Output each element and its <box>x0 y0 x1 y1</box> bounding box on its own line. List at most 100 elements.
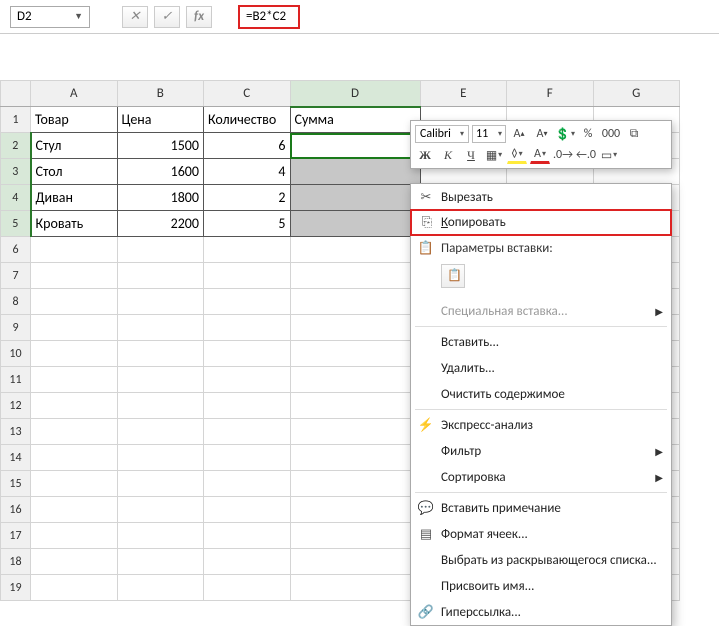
cell[interactable]: Стул <box>31 133 118 159</box>
cell[interactable]: 1600 <box>117 159 204 185</box>
col-header-a[interactable]: A <box>31 81 118 107</box>
menu-delete[interactable]: Удалить... <box>411 355 671 381</box>
cell[interactable]: 1800 <box>117 185 204 211</box>
menu-separator <box>415 409 667 410</box>
clipboard-icon: 📋 <box>417 239 435 257</box>
increase-font-icon[interactable]: A▴ <box>509 125 529 143</box>
font-color-button[interactable]: A▾ <box>530 146 550 164</box>
cell-selected-active[interactable] <box>290 133 420 159</box>
menu-sort[interactable]: Сортировка ▶ <box>411 464 671 490</box>
menu-cut[interactable]: ✂ Вырезать <box>411 184 671 210</box>
font-size-select[interactable]: 11▾ <box>472 125 506 143</box>
cell[interactable]: Количество <box>204 107 291 133</box>
select-all-corner[interactable] <box>1 81 31 107</box>
menu-separator <box>415 326 667 327</box>
context-menu: ✂ Вырезать ⎘ Копировать 📋 Параметры вста… <box>410 183 672 626</box>
cell-selected[interactable] <box>290 185 420 211</box>
increase-decimal-icon[interactable]: .0→ <box>553 146 573 164</box>
row-header[interactable]: 6 <box>1 237 31 263</box>
percent-format-icon[interactable]: % <box>578 125 598 143</box>
fill-color-button[interactable]: ◊▾ <box>507 146 527 164</box>
menu-filter[interactable]: Фильтр ▶ <box>411 438 671 464</box>
accept-formula-button[interactable]: ✓ <box>154 6 180 28</box>
chevron-down-icon: ▾ <box>460 129 464 139</box>
row-header[interactable]: 11 <box>1 367 31 393</box>
quick-analysis-icon: ⚡ <box>417 416 435 434</box>
menu-define-name[interactable]: Присвоить имя... <box>411 573 671 599</box>
row-header[interactable]: 18 <box>1 549 31 575</box>
copy-icon: ⎘ <box>418 214 436 232</box>
row-header[interactable]: 10 <box>1 341 31 367</box>
col-header-e[interactable]: E <box>420 81 507 107</box>
cell[interactable]: 6 <box>204 133 291 159</box>
decrease-font-icon[interactable]: A▾ <box>532 125 552 143</box>
cell[interactable]: Диван <box>31 185 118 211</box>
row-header[interactable]: 9 <box>1 315 31 341</box>
menu-paste-special: Специальная вставка... ▶ <box>411 298 671 324</box>
underline-button[interactable]: Ч <box>461 146 481 164</box>
comment-icon: 💬 <box>417 499 435 517</box>
cell[interactable]: 4 <box>204 159 291 185</box>
cell[interactable]: 1500 <box>117 133 204 159</box>
col-header-b[interactable]: B <box>117 81 204 107</box>
row-header[interactable]: 17 <box>1 523 31 549</box>
menu-copy[interactable]: ⎘ Копировать <box>410 209 672 236</box>
cell[interactable]: Кровать <box>31 211 118 237</box>
format-painter-icon[interactable]: ⧉ <box>624 125 644 143</box>
menu-format-cells[interactable]: ▤ Формат ячеек... <box>411 521 671 547</box>
cell-selected[interactable] <box>290 159 420 185</box>
row-header[interactable]: 15 <box>1 471 31 497</box>
hyperlink-icon: 🔗 <box>417 603 435 621</box>
menu-insert-comment[interactable]: 💬 Вставить примечание <box>411 495 671 521</box>
chevron-down-icon: ▾ <box>498 129 502 139</box>
menu-hyperlink[interactable]: 🔗 Гиперссылка... <box>411 599 671 625</box>
menu-pick-from-list[interactable]: Выбрать из раскрывающегося списка... <box>411 547 671 573</box>
bold-button[interactable]: Ж <box>415 146 435 164</box>
col-header-d[interactable]: D <box>290 81 420 107</box>
row-header[interactable]: 12 <box>1 393 31 419</box>
row-header[interactable]: 13 <box>1 419 31 445</box>
row-header[interactable]: 4 <box>1 185 31 211</box>
cell[interactable]: Товар <box>31 107 118 133</box>
paste-option-default[interactable] <box>441 264 465 288</box>
cell[interactable]: Цена <box>117 107 204 133</box>
name-box[interactable]: D2 ▼ <box>10 6 90 28</box>
insert-function-button[interactable]: fx <box>186 6 212 28</box>
cell[interactable]: Стол <box>31 159 118 185</box>
menu-insert[interactable]: Вставить... <box>411 329 671 355</box>
paste-options-row <box>411 261 671 298</box>
row-header[interactable]: 3 <box>1 159 31 185</box>
cell-selected[interactable] <box>290 211 420 237</box>
menu-separator <box>415 492 667 493</box>
row-header[interactable]: 8 <box>1 289 31 315</box>
merge-cells-icon[interactable]: ▭▾ <box>599 146 619 164</box>
row-header[interactable]: 5 <box>1 211 31 237</box>
row-header[interactable]: 16 <box>1 497 31 523</box>
col-header-g[interactable]: G <box>593 81 680 107</box>
col-header-f[interactable]: F <box>507 81 594 107</box>
col-header-c[interactable]: C <box>204 81 291 107</box>
accounting-format-icon[interactable]: 💲▾ <box>555 125 575 143</box>
row-header[interactable]: 2 <box>1 133 31 159</box>
italic-button[interactable]: К <box>438 146 458 164</box>
menu-quick-analysis[interactable]: ⚡ Экспресс-анализ <box>411 412 671 438</box>
cell[interactable]: 5 <box>204 211 291 237</box>
cell[interactable]: 2200 <box>117 211 204 237</box>
scissors-icon: ✂ <box>417 188 435 206</box>
formula-text: =B2*C2 <box>246 9 286 24</box>
row-header[interactable]: 1 <box>1 107 31 133</box>
format-cells-icon: ▤ <box>417 525 435 543</box>
chevron-down-icon: ▼ <box>74 11 83 22</box>
formula-input[interactable]: =B2*C2 <box>238 5 300 29</box>
border-button[interactable]: ▦▾ <box>484 146 504 164</box>
cancel-formula-button[interactable]: ✕ <box>122 6 148 28</box>
comma-format-icon[interactable]: 000 <box>601 125 621 143</box>
cell[interactable]: 2 <box>204 185 291 211</box>
cell[interactable]: Сумма <box>290 107 420 133</box>
decrease-decimal-icon[interactable]: ←.0 <box>576 146 596 164</box>
font-family-select[interactable]: Calibri▾ <box>415 125 469 143</box>
row-header[interactable]: 14 <box>1 445 31 471</box>
row-header[interactable]: 7 <box>1 263 31 289</box>
submenu-arrow-icon: ▶ <box>655 305 663 318</box>
menu-clear-contents[interactable]: Очистить содержимое <box>411 381 671 407</box>
